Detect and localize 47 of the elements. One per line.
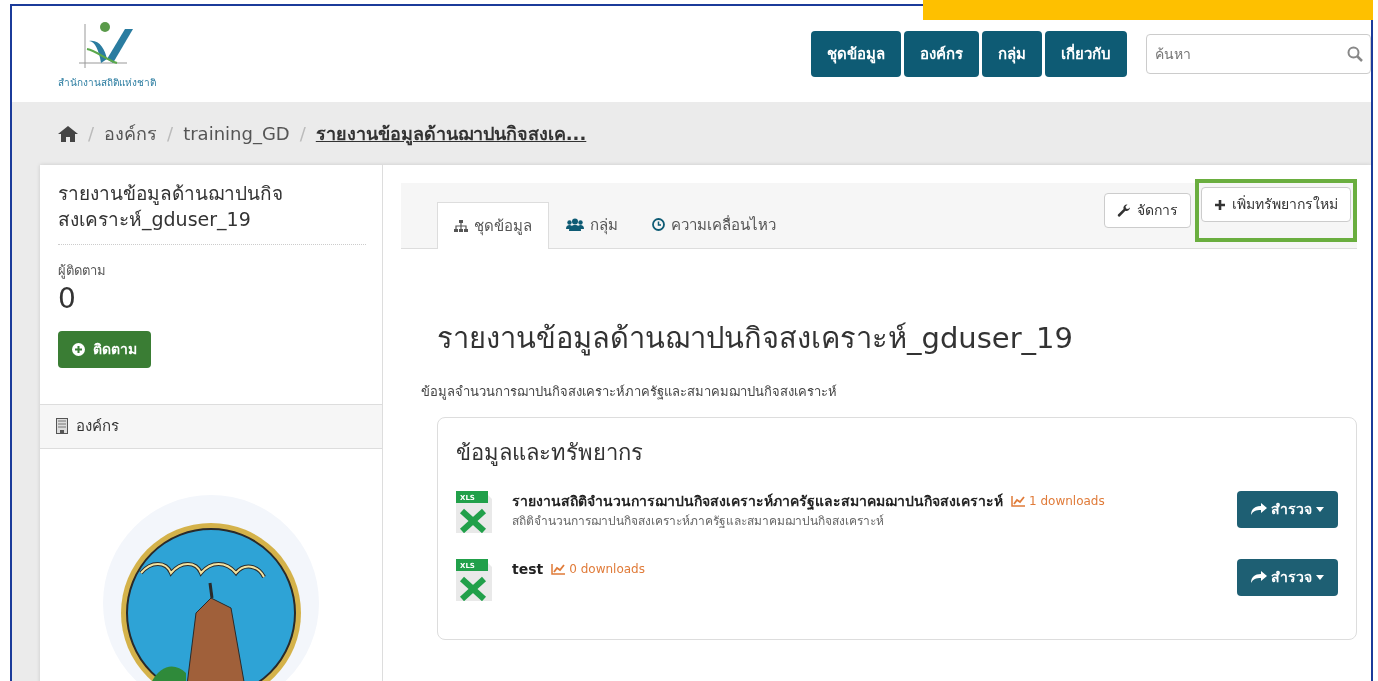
building-icon bbox=[56, 418, 68, 435]
tab[interactable]: ชุดข้อมูล bbox=[437, 201, 549, 249]
plus-circle-icon bbox=[72, 343, 85, 357]
download-count: 0 downloads bbox=[569, 561, 645, 579]
breadcrumb-separator: / bbox=[167, 122, 174, 146]
sidebar-title: รายงานข้อมูลด้านฌาปนกิจสงเคราะห์_gduser_19 bbox=[58, 181, 366, 246]
followers-label: ผู้ติดตาม bbox=[58, 262, 107, 281]
share-arrow-icon bbox=[1251, 502, 1267, 516]
resource-name[interactable]: รายงานสถิติจำนวนการฌาปนกิจสงเคราะห์ภาครัฐและสมาคมฌาปนกิจสงเคราะห์ bbox=[512, 490, 1003, 512]
trend-chart-icon bbox=[551, 563, 566, 576]
wrench-icon bbox=[1117, 203, 1131, 218]
trend-chart-icon bbox=[1011, 495, 1025, 508]
sitemap-icon bbox=[454, 219, 468, 232]
explore-button[interactable]: สำรวจ bbox=[1237, 558, 1338, 596]
download-count: 1 downloads bbox=[1029, 493, 1105, 511]
breadcrumb-link[interactable]: รายงานข้อมูลด้านฌาปนกิจสงเค... bbox=[315, 120, 587, 147]
breadcrumb-separator: / bbox=[88, 122, 95, 146]
caret-icon bbox=[1316, 574, 1324, 580]
plus-icon bbox=[1214, 198, 1226, 211]
followers-count: 0 bbox=[58, 280, 77, 317]
search-icon bbox=[1347, 46, 1363, 62]
org-heading: องค์กร bbox=[76, 416, 119, 438]
resource-description: สถิติจำนวนการฌาปนกิจสงเคราะห์ภาครัฐและสมาคมฌาปนกิจสงเคราะห์ bbox=[512, 512, 885, 530]
users-icon bbox=[566, 218, 584, 232]
resource-name[interactable]: test bbox=[512, 558, 544, 580]
nav-button[interactable]: กลุ่ม bbox=[982, 30, 1042, 78]
explore-button[interactable]: สำรวจ bbox=[1237, 490, 1338, 528]
nav-button[interactable]: เกี่ยวกับ bbox=[1045, 30, 1127, 78]
breadcrumb-link[interactable]: training_GD bbox=[183, 120, 290, 147]
home-icon bbox=[58, 125, 78, 142]
tab[interactable]: กลุ่ม bbox=[549, 200, 635, 248]
share-arrow-icon bbox=[1251, 570, 1267, 584]
clock-icon bbox=[652, 218, 665, 232]
dataset-description: ข้อมูลจำนวนการฌาปนกิจสงเคราะห์ภาครัฐและสมาคมฌาปนกิจสงเคราะห์ bbox=[421, 382, 838, 402]
breadcrumb-separator: / bbox=[299, 122, 306, 146]
action-button[interactable]: เพิ่มทรัพยากรใหม่ bbox=[1201, 187, 1351, 222]
dataset-title: รายงานข้อมูลด้านฌาปนกิจสงเคราะห์_gduser_19 bbox=[437, 321, 1074, 356]
action-button[interactable]: จัดการ bbox=[1104, 193, 1191, 228]
tab[interactable]: ความเคลื่อนไหว bbox=[635, 200, 793, 248]
caret-icon bbox=[1316, 506, 1324, 512]
breadcrumb-link[interactable]: องค์กร bbox=[104, 120, 158, 147]
follow-button[interactable]: ติดตาม bbox=[58, 331, 151, 369]
resources-heading: ข้อมูลและทรัพยากร bbox=[456, 440, 644, 467]
nav-button[interactable]: ชุดข้อมูล bbox=[811, 30, 901, 78]
logo-caption: สำนักงานสถิติแห่งชาติ bbox=[58, 75, 156, 90]
nav-button[interactable]: องค์กร bbox=[904, 30, 979, 78]
search-field[interactable]: ค้นหา bbox=[1146, 34, 1371, 74]
